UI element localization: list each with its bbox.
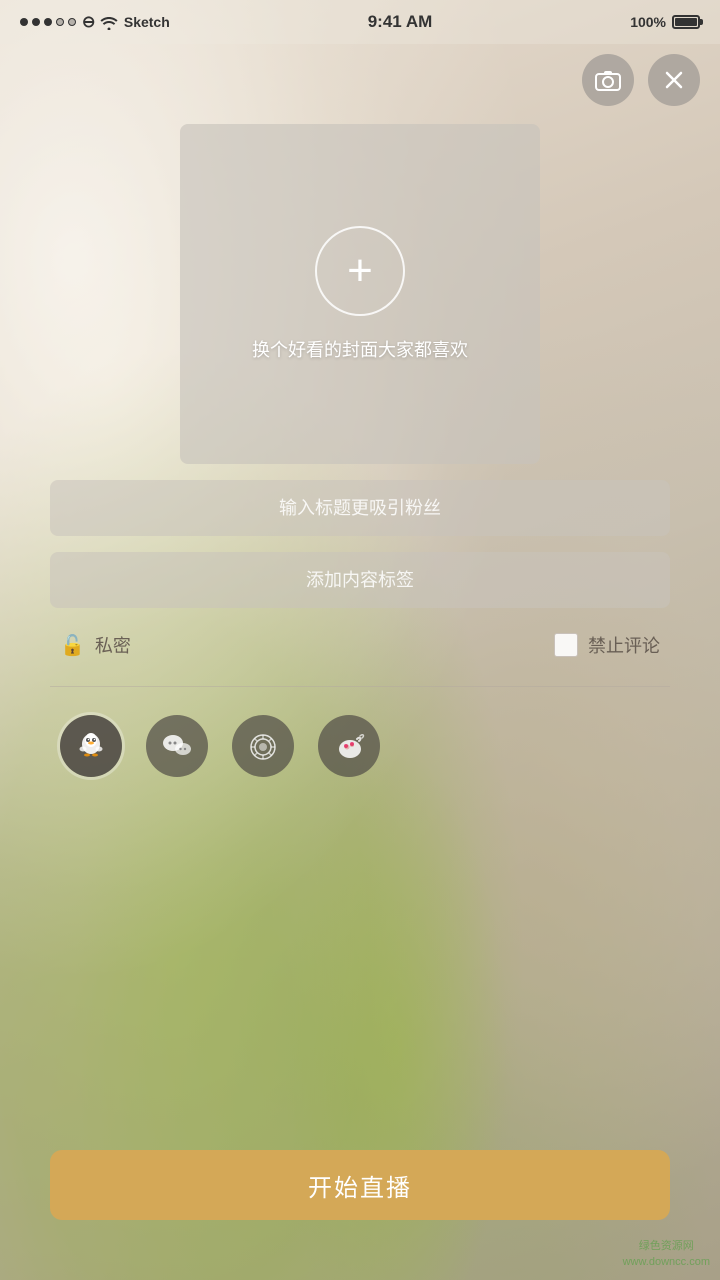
lock-icon: 🔓 [60, 633, 85, 658]
status-time: 9:41 AM [368, 12, 433, 32]
watermark-line2: www.downcc.com [623, 1255, 710, 1270]
disable-comments-toggle[interactable]: 禁止评论 [554, 632, 660, 658]
status-right: 100% [630, 14, 700, 30]
camera-share-button[interactable] [232, 715, 294, 777]
watermark: 绿色资源网 www.downcc.com [623, 1239, 710, 1270]
battery-fill [675, 18, 697, 26]
signal-dot-2 [32, 18, 40, 26]
title-input[interactable] [50, 480, 670, 536]
main-content: + 换个好看的封面大家都喜欢 🔓 私密 禁止评论 [0, 44, 720, 1280]
battery-percent: 100% [630, 14, 666, 30]
top-actions [582, 44, 700, 116]
signal-dots [20, 18, 76, 26]
start-live-button[interactable]: 开始直播 [50, 1150, 670, 1220]
qq-share-button[interactable] [60, 715, 122, 777]
cover-upload-area[interactable]: + 换个好看的封面大家都喜欢 [180, 124, 540, 464]
start-button-container: 开始直播 [50, 1150, 670, 1220]
signal-dot-4 [56, 18, 64, 26]
tag-input[interactable] [50, 552, 670, 608]
start-live-label: 开始直播 [308, 1175, 412, 1202]
signal-dot-1 [20, 18, 28, 26]
divider [50, 686, 670, 687]
battery-icon [672, 15, 700, 29]
private-toggle[interactable]: 🔓 私密 [60, 632, 131, 658]
toggle-row: 🔓 私密 禁止评论 [50, 624, 670, 666]
disable-comments-checkbox[interactable] [554, 633, 578, 657]
private-label: 私密 [95, 632, 131, 658]
watermark-line1: 绿色资源网 [623, 1239, 710, 1254]
status-bar: ⊖ Sketch 9:41 AM 100% [0, 0, 720, 44]
wifi-icon: ⊖ [82, 12, 118, 32]
close-button[interactable] [648, 54, 700, 106]
camera-button[interactable] [582, 54, 634, 106]
plus-symbol: + [347, 249, 373, 293]
social-share-row [50, 707, 670, 785]
status-left: ⊖ Sketch [20, 12, 170, 32]
cover-hint-text: 换个好看的封面大家都喜欢 [252, 336, 468, 362]
disable-comments-label: 禁止评论 [588, 632, 660, 658]
add-cover-circle: + [315, 226, 405, 316]
signal-dot-3 [44, 18, 52, 26]
weibo-share-button[interactable] [318, 715, 380, 777]
carrier-label: Sketch [124, 14, 170, 30]
signal-dot-5 [68, 18, 76, 26]
wechat-share-button[interactable] [146, 715, 208, 777]
